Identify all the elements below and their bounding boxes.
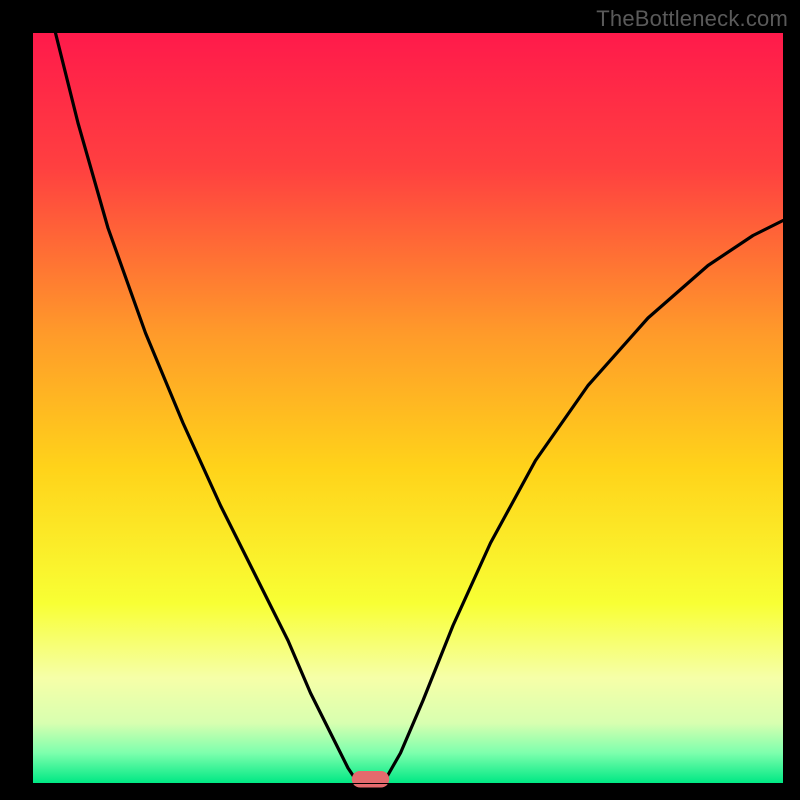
chart-svg: [0, 0, 800, 800]
chart-background: [33, 33, 783, 783]
chart-frame: TheBottleneck.com: [0, 0, 800, 800]
watermark-text: TheBottleneck.com: [596, 6, 788, 32]
optimal-marker: [352, 771, 390, 788]
